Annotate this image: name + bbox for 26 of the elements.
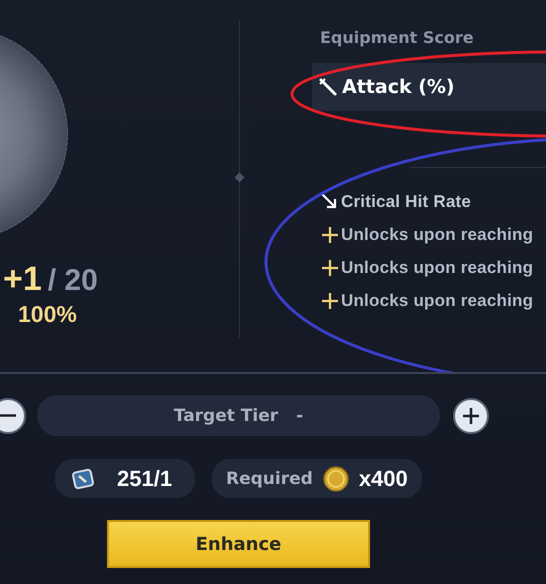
enhance-level: +1 xyxy=(3,260,42,299)
sub-stat-label: Unlocks upon reaching xyxy=(341,225,534,245)
divider-ornament xyxy=(234,172,244,182)
section-title: Equipment Score xyxy=(320,28,475,47)
target-tier-value: - xyxy=(296,406,304,426)
sword-icon xyxy=(318,77,338,97)
sub-stat-label: Unlocks upon reaching xyxy=(341,258,534,278)
sub-stat-label: Critical Hit Rate xyxy=(341,192,471,212)
enhance-button[interactable]: Enhance xyxy=(107,520,370,568)
plus-icon xyxy=(320,258,340,278)
decrease-button[interactable] xyxy=(0,398,26,434)
main-stat-label: Attack (%) xyxy=(342,76,455,98)
success-rate: 100% xyxy=(18,301,78,328)
material-count: 251/1 xyxy=(117,466,172,492)
coin-icon xyxy=(322,466,349,492)
max-level: / 20 xyxy=(48,264,98,298)
plus-icon xyxy=(320,291,340,311)
plus-icon xyxy=(320,225,340,245)
required-label: Required xyxy=(226,468,313,488)
sub-stat-label: Unlocks upon reaching xyxy=(341,291,534,311)
minus-icon xyxy=(0,414,17,417)
target-tier-label: Target Tier xyxy=(174,406,278,426)
plus-icon xyxy=(462,406,480,424)
required-amount: x400 xyxy=(358,466,408,492)
increase-button[interactable] xyxy=(453,398,489,434)
scroll-icon xyxy=(71,466,95,490)
